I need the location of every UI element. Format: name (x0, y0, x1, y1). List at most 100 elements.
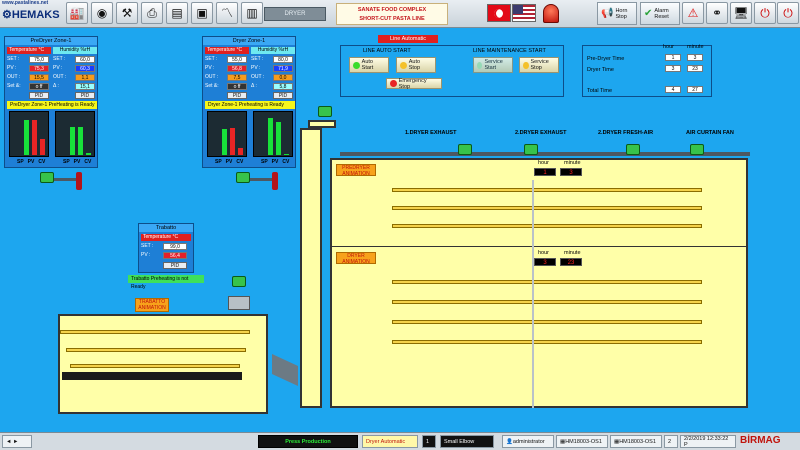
trabatto-set-label: SET : (141, 243, 154, 249)
predryer-time-minute: 3 (687, 54, 703, 61)
us-flag-icon[interactable] (512, 4, 536, 22)
computer-icon[interactable]: 🖥 (730, 2, 752, 24)
status-nav-icons[interactable]: ◄ ► (2, 435, 32, 448)
auto-start-button[interactable]: Auto Start (349, 57, 389, 73)
gauge-label-cv: CV (38, 159, 46, 165)
os1-cell: ▦ HM18003-OS1 (556, 435, 608, 448)
predryer-temp-sp-bar (24, 120, 29, 155)
dryer-fan-motor-icon (236, 172, 250, 183)
dryer-belt-2 (392, 300, 702, 304)
timing-minute-header: minute (687, 44, 704, 50)
predryer-temp-pid-button[interactable]: PID (29, 92, 49, 99)
tools-icon[interactable]: ⚒ (116, 2, 138, 24)
predryer-fan-icon (76, 172, 82, 190)
gauge-label-pv: PV (271, 159, 279, 165)
turkish-flag-icon[interactable] (487, 4, 511, 22)
chart-icon[interactable]: ▥ (241, 2, 263, 24)
predryer-hum-gauge (55, 111, 95, 157)
trabatto-belt-2 (66, 348, 246, 352)
dryer-hum-gauge-labels: SP PV CV (261, 159, 289, 165)
dryer-off-toggle[interactable]: o ff (227, 83, 247, 90)
printer-icon[interactable]: ⎙ (141, 2, 163, 24)
logo-url: www.pastalines.net (2, 0, 49, 6)
dryer-selector[interactable]: DRYER (264, 7, 326, 21)
predryer-out-label: OUT : (7, 74, 21, 80)
user-cell: 👤 administrator (502, 435, 554, 448)
trabatto-conveyor (272, 353, 298, 387)
predryer-temp-set[interactable]: 75,0 (29, 56, 49, 63)
predryer-hum-pid-button[interactable]: PID (75, 92, 95, 99)
trabatto-animation-button[interactable]: TRABATTO ANIMATION (135, 298, 169, 312)
predryer-time-hour: 1 (665, 54, 681, 61)
dryer-hum-set[interactable]: 80,0 (273, 56, 293, 63)
dryer-set-label: SET : (205, 56, 218, 62)
warning-icon[interactable]: ⚠ (682, 2, 704, 24)
dryer-time-label: Dryer Time (587, 67, 614, 73)
dryer-temp-set[interactable]: 55,0 (227, 56, 247, 63)
timer2-hour: 3 (534, 258, 556, 266)
trabatto-belt-4 (62, 372, 242, 380)
predryer-hum-out-label: OUT : (53, 74, 67, 80)
dryer-pv-label: PV : (205, 65, 215, 71)
total-time-label: Total Time (587, 88, 613, 94)
dryer-chamber: PREDRYER ANIMATION DRYER ANIMATION hour … (330, 158, 748, 408)
dryer-zone-panel: Dryer Zone-1 Temperature °C Humidity %rH… (202, 36, 296, 168)
timing-hour-header: hour (663, 44, 675, 50)
timing-panel: hour minute Pre-Dryer Time 1 3 Dryer Tim… (582, 44, 712, 97)
timer1-minute-label: minute (564, 160, 581, 166)
trabatto-pid-button[interactable]: PID (163, 262, 187, 269)
dryer-hum-delta: 5,8 (273, 83, 293, 90)
predryer-temp-pv-bar (32, 120, 37, 155)
fan3-motor-icon (626, 144, 640, 155)
user-icon: 👤 (506, 438, 513, 445)
dryer-time-hour: 3 (665, 65, 681, 72)
center-shaft (532, 180, 534, 408)
dryer-temp-pid-button[interactable]: PID (227, 92, 247, 99)
service-stop-button[interactable]: Service Stop (519, 57, 559, 73)
trabatto-machine (58, 314, 268, 414)
predryer-pv-label: PV : (7, 65, 17, 71)
gauge-label-sp: SP (215, 159, 222, 165)
trend-chart-icon[interactable]: 〽 (216, 2, 238, 24)
predryer-belt-3 (392, 224, 702, 228)
power-icon[interactable]: ⏻ (777, 2, 799, 24)
factory-icon[interactable]: 🏭 (66, 2, 88, 24)
alarm-reset-label-2: Reset (654, 13, 669, 20)
predryer-hum-out: 1,1 (75, 74, 95, 81)
dryer-fan-icon (272, 172, 278, 190)
auto-stop-button[interactable]: Auto Stop (396, 57, 436, 73)
predryer-animation-button[interactable]: PREDRYER ANIMATION (336, 164, 376, 177)
predryer-hum-set[interactable]: 60,0 (75, 56, 95, 63)
horn-icon: 📢 (601, 7, 614, 19)
trabatto-title: Trabatto (139, 224, 193, 232)
predryer-hum-label: Humidity %rH (53, 47, 97, 54)
alarm-reset-button[interactable]: ✔ Alarm Reset (640, 2, 680, 25)
trabatto-set[interactable]: 99,0 (163, 243, 187, 250)
dryer-animation-button[interactable]: DRYER ANIMATION (336, 252, 376, 265)
service-start-label: Service Start (484, 59, 503, 71)
predryer-temp-pv: 75,3 (29, 65, 49, 72)
predryer-hum-pv: 60,3 (75, 65, 95, 72)
dryer-out-label: OUT : (205, 74, 219, 80)
predryer-off-toggle[interactable]: o ff (29, 83, 49, 90)
exit-icon[interactable]: ⏻ (754, 2, 776, 24)
elevator-motor-icon (318, 106, 332, 117)
emergency-stop-led-icon (390, 80, 397, 87)
service-start-button[interactable]: Service Start (473, 57, 513, 73)
horn-stop-button[interactable]: 📢 Horn Stop (597, 2, 637, 25)
link-icon[interactable]: ⚭ (706, 2, 728, 24)
emergency-stop-button[interactable]: Emergency Stop (386, 78, 442, 90)
document-icon[interactable]: ▤ (166, 2, 188, 24)
dryer-hum-pv-label: PV : (251, 65, 261, 71)
fan2-label: 2.DRYER EXHAUST (515, 130, 567, 136)
binoculars-icon[interactable]: ◉ (91, 2, 113, 24)
predryer-temp-out: 15,5 (29, 74, 49, 81)
dryer-temp-gauge (207, 111, 247, 157)
machine-icon[interactable]: ▣ (191, 2, 213, 24)
fan4-label: AIR CURTAIN FAN (686, 130, 734, 136)
dryer-hum-pid-button[interactable]: PID (273, 92, 293, 99)
predryer-hum-delta: 15,1 (75, 83, 95, 90)
dryer-time-minute: 23 (687, 65, 703, 72)
dryer-hum-label: Humidity %rH (251, 47, 295, 54)
gauge-label-pv: PV (225, 159, 233, 165)
